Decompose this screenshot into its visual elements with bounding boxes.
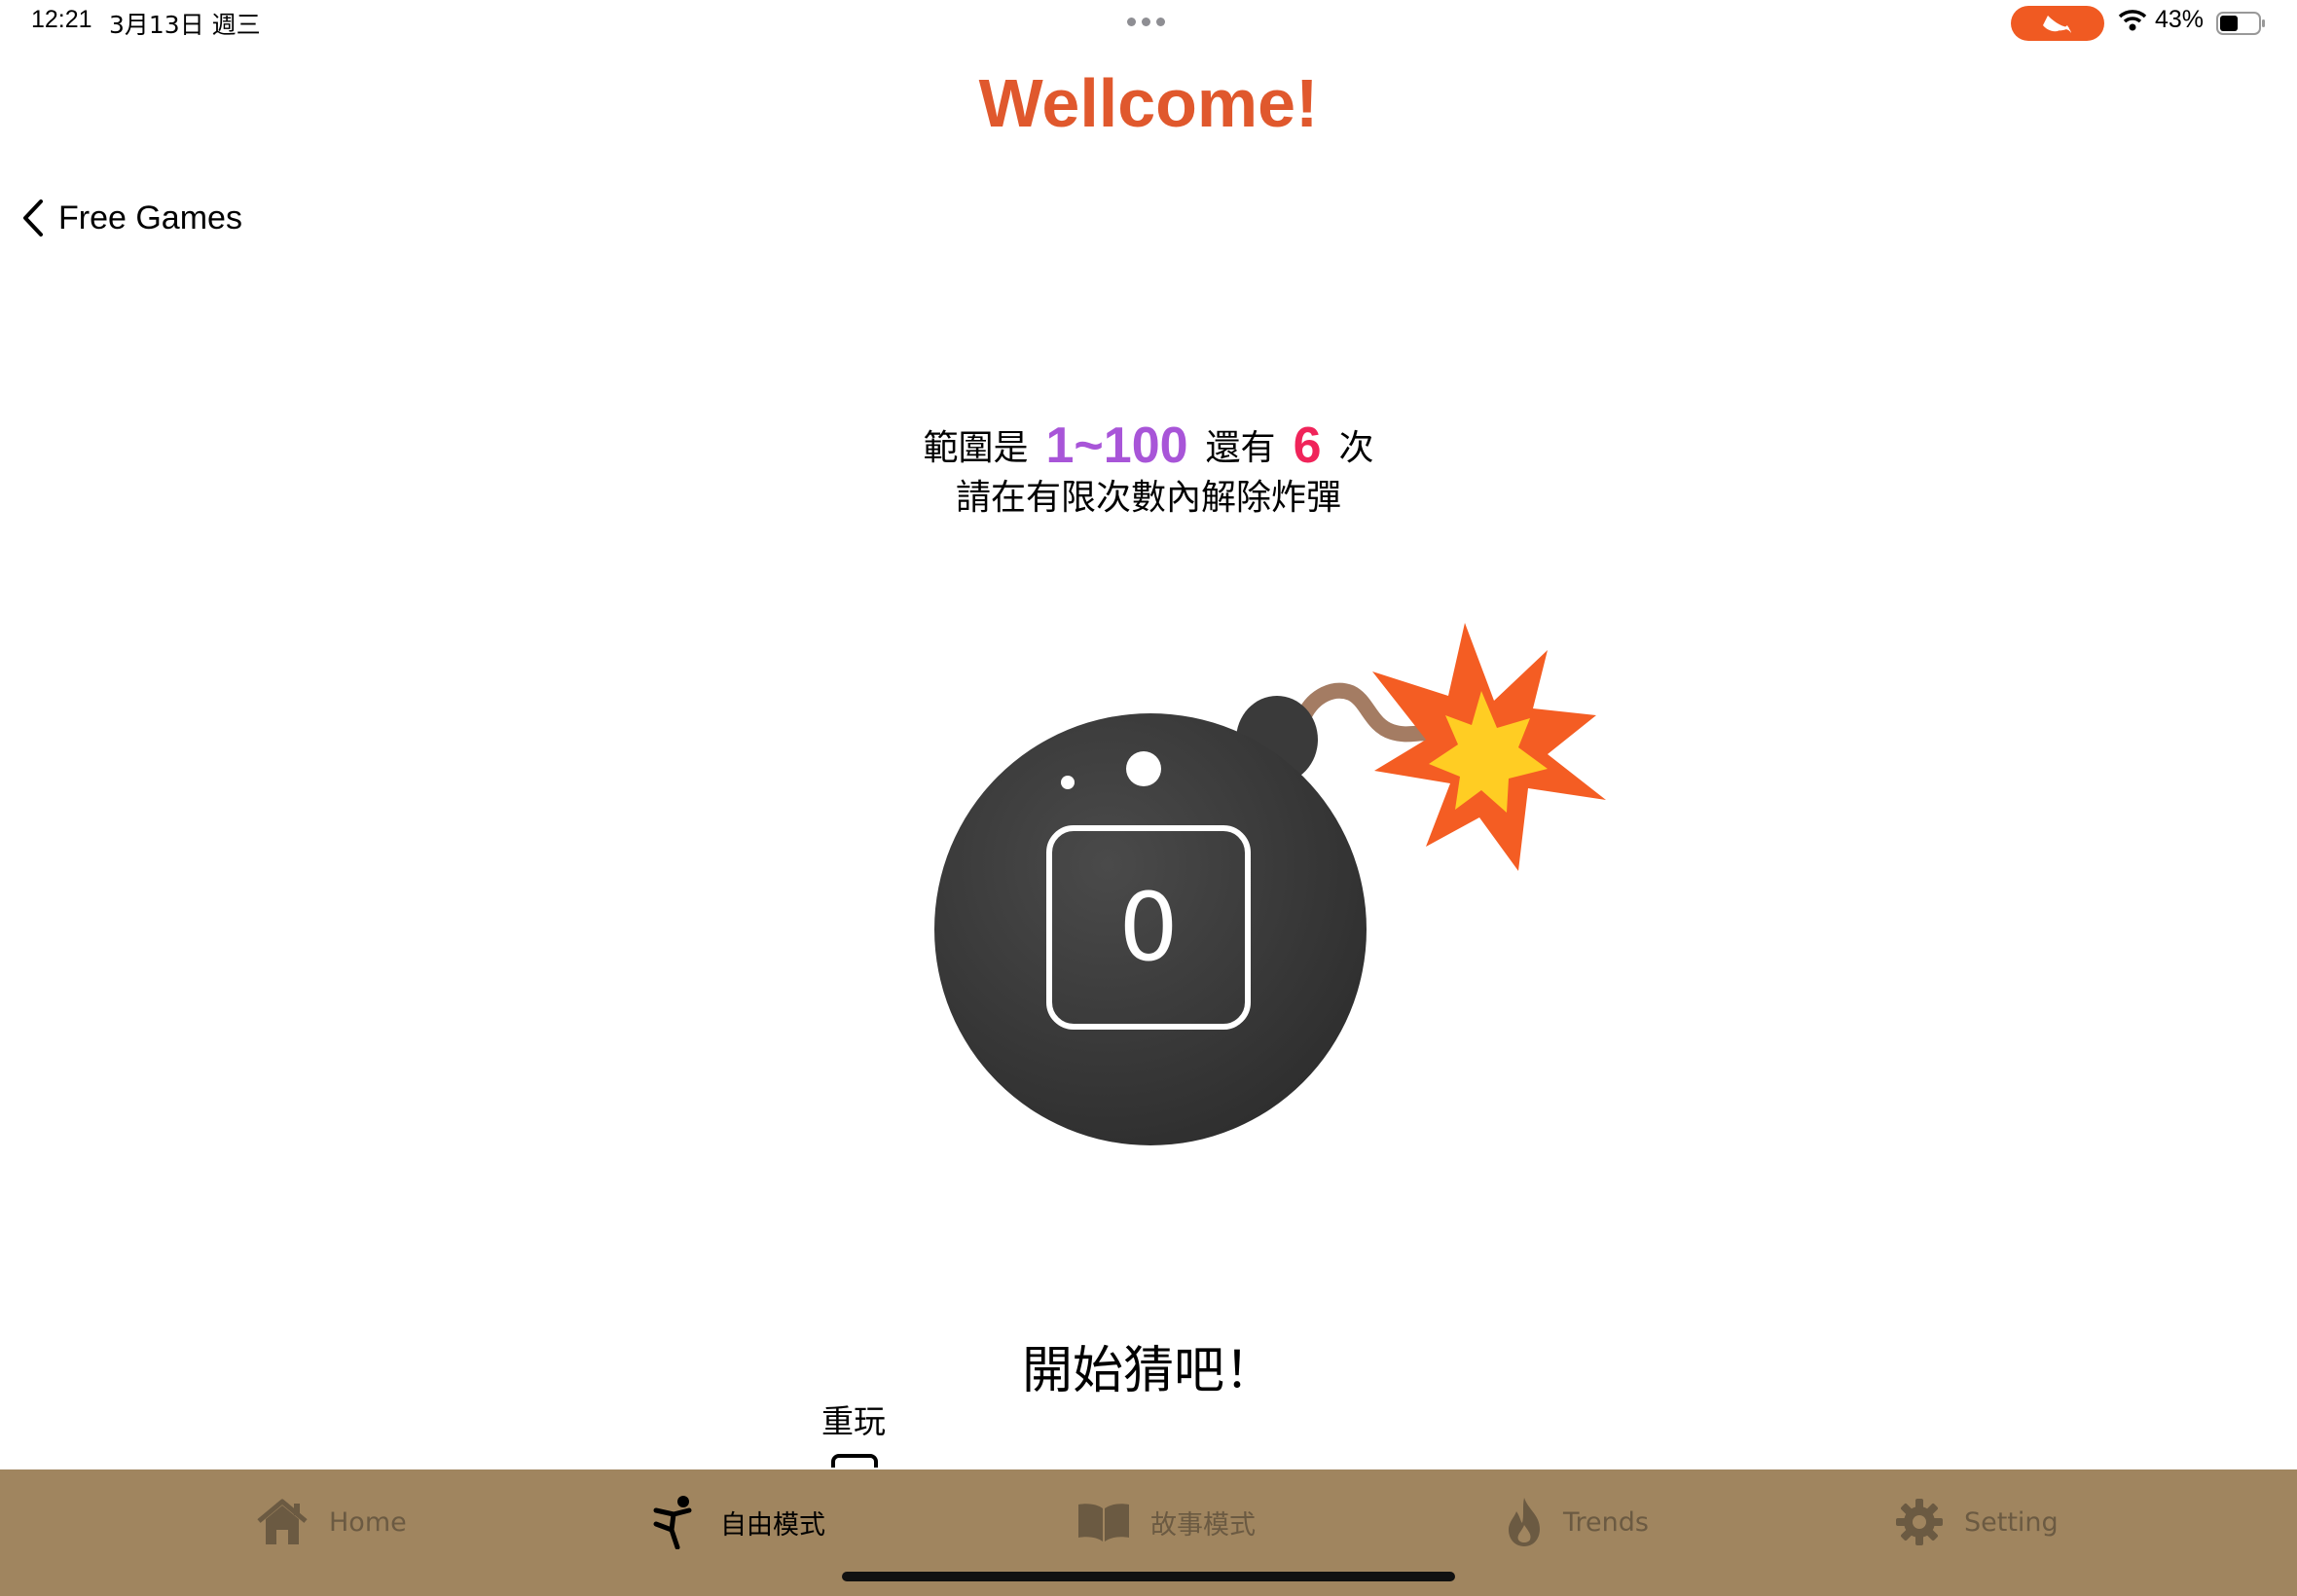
status-time: 12:21 [31,6,92,33]
guess-display: 0 [1046,825,1251,1030]
bomb-icon [934,623,1606,1145]
status-message: 開始猜吧！ [1021,1342,1275,1400]
back-button[interactable]: Free Games [21,199,242,237]
tab-setting[interactable]: Setting [1894,1491,2059,1553]
gear-icon [1896,1499,1943,1545]
battery-icon [2216,12,2265,35]
tries-prefix: 還有 [1205,428,1276,468]
status-date: 3月13日 週三 [109,11,261,39]
tab-label: 故事模式 [1150,1509,1256,1541]
tab-label: Setting [1964,1506,2059,1538]
chevron-left-icon [23,200,43,236]
home-indicator[interactable] [842,1572,1455,1581]
flame-icon [1509,1498,1540,1546]
swift-icon[interactable] [2011,6,2104,41]
tab-home[interactable]: Home [255,1491,407,1553]
wifi-icon [2118,10,2147,31]
battery-percent: 43% [2155,6,2205,33]
tab-story-mode[interactable]: 故事模式 [1076,1491,1256,1553]
kick-figure-icon [653,1496,692,1549]
range-prefix: 範圍是 [923,428,1029,468]
tab-trends[interactable]: Trends [1505,1491,1649,1553]
back-label: Free Games [58,199,242,236]
book-icon [1078,1504,1129,1542]
replay-button[interactable]: 重玩 [821,1396,886,1442]
multitasking-dots[interactable] [1127,18,1165,26]
hint-text: 請在有限次數內解除炸彈 [955,478,1341,518]
tab-free-mode[interactable]: 自由模式 [650,1491,825,1553]
house-icon [257,1499,308,1544]
status-bar: 12:21 3月13日 週三 43% [0,0,2297,49]
tab-label: Home [329,1506,407,1538]
replay-icon[interactable] [831,1454,878,1468]
tries-remaining: 6 [1293,417,1322,474]
tab-label: Trends [1563,1506,1649,1538]
tries-suffix: 次 [1338,428,1374,468]
tab-label: 自由模式 [720,1509,825,1541]
page-title: Wellcome! [978,65,1319,141]
range-value: 1~100 [1045,417,1188,474]
